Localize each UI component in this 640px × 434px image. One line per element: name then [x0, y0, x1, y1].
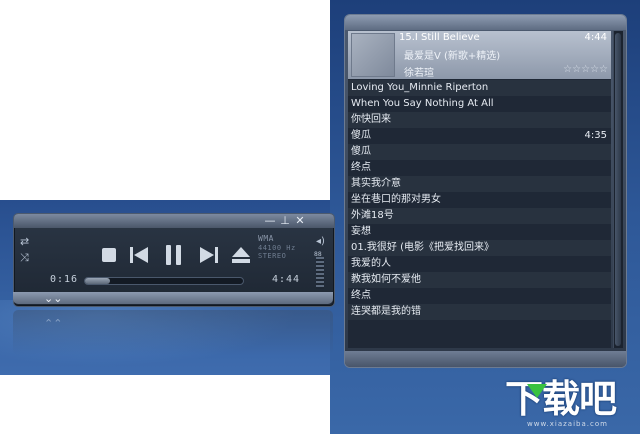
rating-stars-icon[interactable]: ☆☆☆☆☆	[563, 64, 608, 75]
playlist-titlebar[interactable]	[345, 15, 626, 30]
now-playing-artist: 徐若瑄	[404, 68, 434, 79]
total-time: 4:44	[272, 274, 301, 285]
playlist-item-title: 01.我很好 (电影《把爱找回来》	[351, 242, 494, 253]
next-icon	[200, 247, 218, 263]
playlist-item-title: 连哭都是我的错	[351, 306, 421, 317]
minimize-icon[interactable]: —	[264, 215, 276, 227]
playlist-item[interactable]: 01.我很好 (电影《把爱找回来》	[348, 240, 611, 256]
next-button[interactable]	[198, 244, 220, 266]
playlist-rows: Loving You_Minnie Riperton When You Say N…	[348, 80, 611, 320]
playlist-item-title: 妄想	[351, 226, 371, 237]
stop-button[interactable]	[98, 244, 120, 266]
playlist-item-title: 傻瓜	[351, 130, 371, 141]
playlist-item[interactable]: 其实我介意	[348, 176, 611, 192]
bitrate-label: 44100 Hz	[258, 244, 296, 252]
playlist-scrollbar[interactable]	[613, 31, 623, 348]
channels-label: STEREO	[258, 252, 287, 260]
eject-icon	[232, 247, 250, 263]
pause-button[interactable]	[163, 244, 185, 266]
playlist-item[interactable]: 我爱的人	[348, 256, 611, 272]
elapsed-time: 0:16	[50, 274, 79, 285]
playlist-item-title: 傻瓜	[351, 146, 371, 157]
playlist-item-title: When You Say Nothing At All	[351, 98, 494, 109]
playlist-item[interactable]: Loving You_Minnie Riperton	[348, 80, 611, 96]
playlist-item[interactable]: 外滩18号	[348, 208, 611, 224]
player-reflection: ⌃⌃	[13, 310, 333, 355]
player-titlebar[interactable]: — ⊥ ✕	[14, 214, 334, 228]
playlist-item-title: 教我如何不爱他	[351, 274, 421, 285]
seek-progress	[85, 278, 111, 284]
album-art	[351, 33, 395, 77]
playlist-item[interactable]: 教我如何不爱他	[348, 272, 611, 288]
playlist-bottom-bar	[345, 351, 626, 367]
playlist-item[interactable]: 妄想	[348, 224, 611, 240]
pause-icon	[166, 245, 181, 265]
reflection-chevron-icon: ⌃⌃	[44, 317, 63, 330]
now-playing-title: 15.I Still Believe	[399, 32, 480, 43]
now-playing-item[interactable]: 15.I Still Believe 4:44 最爱是V (新歌+精选) 徐若瑄…	[348, 31, 611, 79]
previous-icon	[130, 247, 148, 263]
playlist-item-title: 终点	[351, 290, 371, 301]
volume-icon[interactable]: ◂)	[316, 236, 325, 247]
playlist-item[interactable]: 终点	[348, 288, 611, 304]
logo-text: 下载吧	[505, 377, 617, 421]
shuffle-off-icon[interactable]: ⤨	[20, 252, 29, 263]
playlist-item[interactable]: 终点	[348, 160, 611, 176]
logo-arrow-icon	[527, 384, 547, 398]
playlist-item[interactable]: 傻瓜 4:35	[348, 128, 611, 144]
playlist-item-title: Loving You_Minnie Riperton	[351, 82, 489, 93]
logo-site: www.xiazaiba.com	[527, 420, 608, 428]
now-playing-duration: 4:44	[584, 32, 607, 43]
playlist-item-title: 终点	[351, 162, 371, 173]
volume-meter[interactable]	[316, 257, 324, 289]
playlist-item[interactable]: 你快回来	[348, 112, 611, 128]
expand-playlist-icon[interactable]: ⌄⌄	[44, 293, 62, 304]
pin-icon[interactable]: ⊥	[279, 215, 291, 227]
playlist-window: 15.I Still Believe 4:44 最爱是V (新歌+精选) 徐若瑄…	[344, 14, 627, 368]
player-bottom-bar: ⌄⌄	[13, 292, 333, 304]
now-playing-album: 最爱是V (新歌+精选)	[404, 51, 501, 62]
playlist-scroll-thumb[interactable]	[615, 33, 621, 346]
seek-bar[interactable]	[84, 277, 244, 285]
playlist-item-duration: 4:35	[584, 130, 607, 141]
close-icon[interactable]: ✕	[294, 215, 306, 227]
format-label: WMA	[258, 234, 274, 243]
playlist-item-title: 外滩18号	[351, 210, 394, 221]
repeat-icon[interactable]: ⇄	[20, 236, 29, 247]
playlist-item-title: 我爱的人	[351, 258, 391, 269]
playlist-list[interactable]: 15.I Still Believe 4:44 最爱是V (新歌+精选) 徐若瑄…	[348, 31, 611, 348]
playlist-item[interactable]: When You Say Nothing At All	[348, 96, 611, 112]
watermark-logo: 下载吧 www.xiazaiba.com	[505, 378, 640, 434]
stop-icon	[102, 248, 116, 262]
eject-button[interactable]	[230, 244, 252, 266]
playlist-item-title: 你快回来	[351, 114, 391, 125]
playlist-item[interactable]: 连哭都是我的错	[348, 304, 611, 320]
playlist-item[interactable]: 傻瓜	[348, 144, 611, 160]
playlist-item-title: 其实我介意	[351, 178, 401, 189]
playlist-item-title: 坐在巷口的那对男女	[351, 194, 441, 205]
previous-button[interactable]	[128, 244, 150, 266]
playlist-item[interactable]: 坐在巷口的那对男女	[348, 192, 611, 208]
